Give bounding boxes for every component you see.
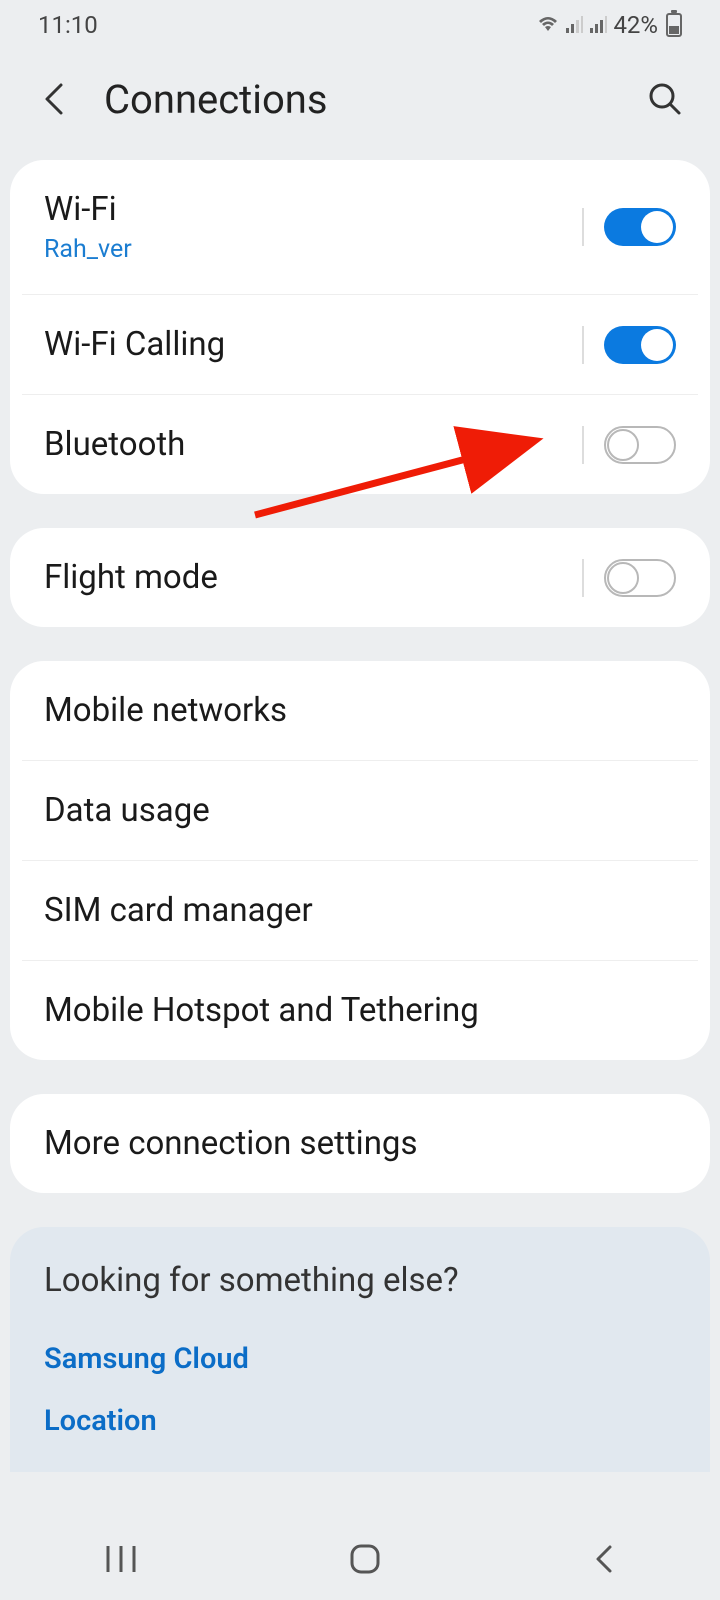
status-time: 11:10 [38, 11, 98, 39]
more-settings-row[interactable]: More connection settings [10, 1094, 710, 1193]
battery-percent: 42% [613, 11, 658, 39]
recents-icon [104, 1544, 138, 1574]
data-usage-title: Data usage [44, 791, 210, 830]
wifi-title: Wi-Fi [44, 190, 582, 229]
suggestions-title: Looking for something else? [44, 1261, 676, 1300]
recents-button[interactable] [104, 1544, 138, 1578]
data-usage-row[interactable]: Data usage [22, 760, 698, 860]
wifi-icon [537, 16, 559, 34]
wifi-network: Rah_ver [44, 235, 582, 264]
bluetooth-title: Bluetooth [44, 425, 582, 464]
divider [582, 208, 584, 246]
search-button[interactable] [640, 74, 690, 124]
bluetooth-row[interactable]: Bluetooth [22, 394, 698, 494]
hotspot-row[interactable]: Mobile Hotspot and Tethering [22, 960, 698, 1060]
sim-manager-row[interactable]: SIM card manager [22, 860, 698, 960]
divider [582, 426, 584, 464]
status-bar: 11:10 42% [0, 0, 720, 50]
search-icon [647, 81, 683, 117]
header: Connections [0, 50, 720, 160]
flight-mode-toggle[interactable] [604, 559, 676, 597]
back-nav-button[interactable] [592, 1544, 616, 1578]
back-button[interactable] [30, 74, 80, 124]
wifi-calling-toggle[interactable] [604, 326, 676, 364]
wifi-toggle[interactable] [604, 208, 676, 246]
page-title: Connections [104, 76, 640, 123]
suggestion-location[interactable]: Location [44, 1390, 676, 1452]
wifi-calling-title: Wi-Fi Calling [44, 325, 582, 364]
home-button[interactable] [347, 1541, 383, 1581]
sim-manager-title: SIM card manager [44, 891, 313, 930]
mobile-networks-row[interactable]: Mobile networks [10, 661, 710, 760]
suggestion-samsung-cloud[interactable]: Samsung Cloud [44, 1328, 676, 1390]
status-indicators: 42% [537, 11, 682, 39]
more-settings-title: More connection settings [44, 1124, 418, 1163]
hotspot-title: Mobile Hotspot and Tethering [44, 991, 479, 1030]
wifi-row[interactable]: Wi-Fi Rah_ver [10, 160, 710, 294]
flight-mode-title: Flight mode [44, 558, 582, 597]
settings-group-connectivity: Wi-Fi Rah_ver Wi-Fi Calling Bluetooth [10, 160, 710, 494]
chevron-left-icon [592, 1544, 616, 1574]
bluetooth-toggle[interactable] [604, 426, 676, 464]
settings-group-mobile: Mobile networks Data usage SIM card mana… [10, 661, 710, 1060]
navigation-bar [0, 1522, 720, 1600]
settings-group-flight: Flight mode [10, 528, 710, 627]
wifi-calling-row[interactable]: Wi-Fi Calling [22, 294, 698, 394]
home-icon [347, 1541, 383, 1577]
mobile-networks-title: Mobile networks [44, 691, 287, 730]
divider [582, 326, 584, 364]
battery-icon [666, 13, 682, 37]
signal-icon-1 [565, 16, 583, 34]
divider [582, 559, 584, 597]
chevron-left-icon [41, 81, 69, 117]
signal-icon-2 [589, 16, 607, 34]
flight-mode-row[interactable]: Flight mode [10, 528, 710, 627]
settings-group-more: More connection settings [10, 1094, 710, 1193]
suggestions-card: Looking for something else? Samsung Clou… [10, 1227, 710, 1472]
